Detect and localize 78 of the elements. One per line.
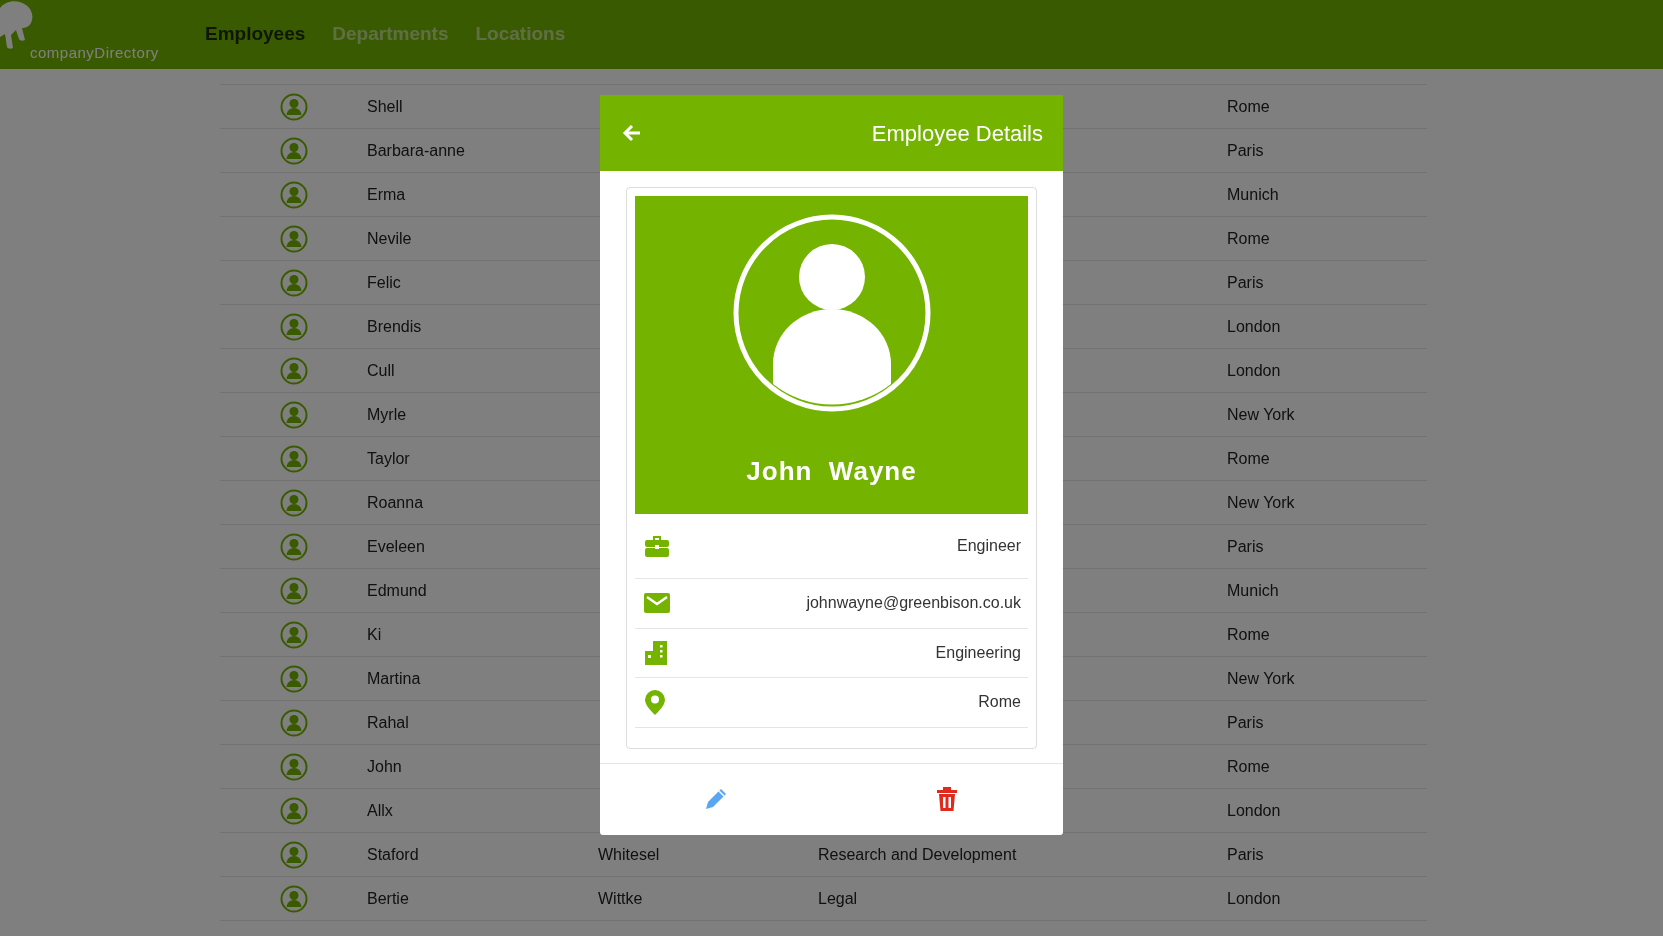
person-avatar-icon [279, 664, 308, 693]
map-pin-icon [644, 688, 666, 716]
person-avatar-icon [279, 620, 308, 649]
email-value: johnwayne@greenbison.co.uk [806, 593, 1021, 614]
location: New York [1227, 669, 1295, 687]
person-avatar-icon [279, 356, 308, 385]
location: London [1227, 317, 1281, 335]
back-button[interactable] [622, 124, 642, 142]
nav-link[interactable]: Locations [475, 20, 566, 49]
department: Legal [818, 889, 858, 907]
nav-link[interactable]: Departments [332, 20, 449, 49]
person-avatar-icon [279, 136, 308, 165]
first-name: Ki [367, 625, 382, 643]
location: Rome [1227, 625, 1270, 643]
person-avatar-icon [279, 796, 308, 825]
first-name: Edmund [367, 581, 427, 599]
first-name: Barbara-anne [367, 141, 465, 159]
location: London [1227, 801, 1281, 819]
person-avatar-icon [279, 884, 308, 913]
department-value: Engineering [935, 642, 1021, 663]
building-icon [644, 639, 668, 666]
location: Rome [1227, 97, 1270, 115]
first-name: Erma [367, 185, 406, 203]
brand-name[interactable]: companyDirectory [30, 42, 159, 65]
location: Paris [1227, 273, 1264, 291]
nav-link[interactable]: Employees [205, 20, 306, 49]
location: New York [1227, 493, 1295, 511]
last-name: Wittke [598, 889, 643, 907]
location: Rome [1227, 229, 1270, 247]
person-avatar-icon [279, 752, 308, 781]
person-avatar-icon [279, 312, 308, 341]
person-avatar-icon [732, 214, 931, 412]
first-name: Shell [367, 97, 403, 115]
briefcase-icon [644, 534, 670, 558]
location: Paris [1227, 845, 1264, 863]
person-avatar-icon [279, 576, 308, 605]
first-name: Nevile [367, 229, 412, 247]
first-name: Eveleen [367, 537, 425, 555]
trash-icon [936, 786, 959, 812]
location: Munich [1227, 581, 1279, 599]
location: Munich [1227, 185, 1279, 203]
first-name: John [367, 757, 402, 775]
person-avatar-icon [279, 224, 308, 253]
first-name: Myrle [367, 405, 407, 423]
department: Research and Development [818, 845, 1017, 863]
location: New York [1227, 405, 1295, 423]
first-name: Bertie [367, 889, 409, 907]
person-avatar-icon [279, 708, 308, 737]
first-name: Martina [367, 669, 421, 687]
person-avatar-icon [279, 268, 308, 297]
dialog-title: Employee Details [871, 119, 1043, 148]
first-name: Roanna [367, 493, 424, 511]
last-name: Whitesel [598, 845, 660, 863]
first-name: Felic [367, 273, 401, 291]
person-avatar-icon [279, 444, 308, 473]
person-avatar-icon [279, 180, 308, 209]
location: London [1227, 361, 1281, 379]
first-name: Rahal [367, 713, 409, 731]
location-value: Rome [978, 692, 1021, 713]
first-name: Allx [367, 801, 393, 819]
location: Paris [1227, 537, 1264, 555]
first-name: Cull [367, 361, 395, 379]
location: Paris [1227, 141, 1264, 159]
envelope-icon [644, 592, 670, 615]
first-name: Taylor [367, 449, 410, 467]
location: Rome [1227, 757, 1270, 775]
person-avatar-icon [279, 92, 308, 121]
location: Rome [1227, 449, 1270, 467]
person-avatar-icon [279, 840, 308, 869]
location: London [1227, 889, 1281, 907]
person-avatar-icon [279, 532, 308, 561]
employee-name: John Wayne [746, 455, 917, 488]
first-name: Brendis [367, 317, 422, 335]
first-name: Staford [367, 845, 419, 863]
person-avatar-icon [279, 488, 308, 517]
location: Paris [1227, 713, 1264, 731]
person-avatar-icon [279, 400, 308, 429]
job-value: Engineer [956, 536, 1021, 556]
